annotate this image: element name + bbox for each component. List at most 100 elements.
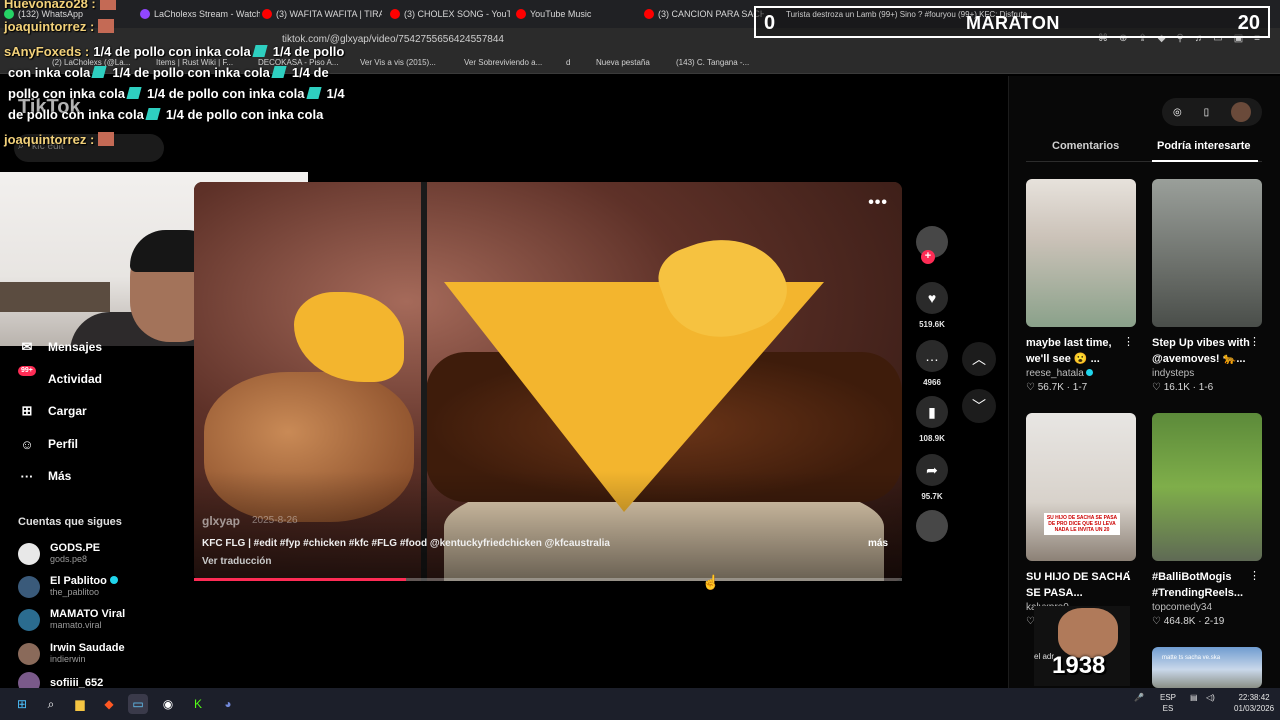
browser-tab[interactable]: (3) CHOLEX SONG - YouTu: [390, 4, 510, 24]
brave-browser-icon[interactable]: ◆: [99, 694, 119, 714]
chat-message: joaquintorrez :: [4, 129, 115, 150]
chat-message: joaquintorrez :: [4, 16, 115, 37]
follow-plus-icon[interactable]: +: [921, 250, 935, 264]
chat-text: 1/4 de pollo con inka cola: [93, 44, 251, 59]
browser-tab[interactable]: (3) WAFITA WAFITA | TIRA: [262, 4, 382, 24]
chat-message: de pollo con inka cola 1/4 de pollo con i…: [4, 104, 323, 125]
video-thumbnail[interactable]: [1026, 179, 1136, 327]
card-author[interactable]: reese_hatala: [1026, 368, 1136, 379]
video-player[interactable]: ••• glxyap 2025-8-26 KFC FLG | #edit #fy…: [194, 182, 902, 581]
save-button[interactable]: ▮ 108.9K: [912, 396, 952, 443]
discord-icon[interactable]: ◕: [218, 694, 238, 714]
bookmark-item[interactable]: Nueva pestaña: [596, 58, 650, 67]
bookmark-icon[interactable]: ▮: [916, 396, 948, 428]
taskbar-search-icon[interactable]: ⌕: [41, 694, 61, 714]
heart-icon[interactable]: ♥: [916, 282, 948, 314]
bookmark-item[interactable]: (143) C. Tangana -...: [676, 58, 749, 67]
like-button[interactable]: ♥ 519.6K: [912, 282, 952, 329]
marathon-scoreboard: 0 Turista destroza un Lamb (99+) Sino ? …: [754, 6, 1270, 38]
terminal-icon[interactable]: ▭: [128, 694, 148, 714]
browser-tab[interactable]: LaCholexs Stream - Watch: [140, 4, 260, 24]
video-thumbnail[interactable]: SU HIJO DE SACHA SE PASA DE PRO DICE QUE…: [1026, 413, 1136, 561]
nav-item-mensajes[interactable]: ✉ Mensajes: [18, 338, 102, 356]
music-disc-button[interactable]: [912, 510, 952, 542]
previous-video-button[interactable]: ︿: [962, 342, 996, 376]
notification-badge: 99+: [18, 366, 36, 376]
nav-item-más[interactable]: ··· Más: [18, 467, 72, 485]
comment-button[interactable]: … 4966: [912, 340, 952, 387]
followed-account[interactable]: Irwin Saudade indierwin: [18, 642, 125, 665]
avatar: [18, 542, 40, 565]
card-options-icon[interactable]: ⋮: [1123, 335, 1134, 348]
windows-start-icon[interactable]: ⊞: [12, 694, 32, 714]
card-options-icon[interactable]: ⋮: [1249, 569, 1260, 582]
video-thumbnail[interactable]: matte ts sacha ve.ska: [1152, 647, 1262, 688]
suggested-video-card[interactable]: #BalliBotMogis #TrendingReels... ⋮ topco…: [1152, 413, 1262, 627]
language-indicator[interactable]: ESP ES: [1160, 692, 1176, 714]
chat-message: pollo con inka cola 1/4 de pollo con inka…: [4, 83, 345, 104]
video-thumbnail[interactable]: [1152, 413, 1262, 561]
more-caption-link[interactable]: más: [868, 538, 888, 549]
card-title: maybe last time, we'll see 😮 ...: [1026, 337, 1112, 365]
card-author[interactable]: indysteps: [1152, 368, 1262, 379]
chat-username: joaquintorrez :: [4, 132, 95, 147]
followed-account[interactable]: GODS.PE gods.pe8: [18, 542, 100, 565]
chat-emote-icon: [305, 87, 322, 99]
nav-label: Cargar: [48, 404, 87, 418]
bookmark-item[interactable]: Ver Sobreviviendo a...: [464, 58, 542, 67]
tab-suggested[interactable]: Podría interesarte: [1157, 140, 1251, 152]
video-progress-bar[interactable]: [194, 578, 902, 581]
tab-favicon-icon: [140, 9, 150, 19]
followed-account[interactable]: MAMATO Viral mamato.viral: [18, 608, 125, 631]
card-author[interactable]: topcomedy34: [1152, 602, 1262, 613]
followed-account[interactable]: El Pablitoo the_pablitoo: [18, 575, 118, 598]
clock[interactable]: 22:38:42 01/03/2026: [1234, 692, 1274, 714]
video-author[interactable]: glxyap: [202, 514, 240, 528]
network-icon[interactable]: ▤: [1190, 692, 1198, 703]
suggested-video-card[interactable]: maybe last time, we'll see 😮 ... ⋮ reese…: [1026, 179, 1136, 393]
nav-item-cargar[interactable]: ⊞ Cargar: [18, 402, 87, 420]
share-button[interactable]: ➦ 95.7K: [912, 454, 952, 501]
bookmark-item[interactable]: Ver Vis a vis (2015)...: [360, 58, 436, 67]
suggested-video-card[interactable]: SU HIJO DE SACHA SE PASA DE PRO DICE QUE…: [1026, 413, 1136, 627]
translate-link[interactable]: Ver traducción: [202, 556, 271, 567]
bookmark-item[interactable]: d: [566, 58, 570, 67]
tab-favicon-icon: [390, 9, 400, 19]
suggested-video-card[interactable]: matte ts sacha ve.ska: [1152, 647, 1262, 688]
chat-text: 1/4: [326, 86, 345, 101]
nav-label: Perfil: [48, 437, 79, 451]
tab-comments[interactable]: Comentarios: [1052, 140, 1119, 152]
card-options-icon[interactable]: ⋮: [1249, 335, 1260, 348]
creator-avatar-button[interactable]: +: [912, 226, 952, 264]
obs-icon[interactable]: ◉: [158, 694, 178, 714]
user-avatar[interactable]: [1231, 102, 1252, 122]
share-count: 95.7K: [921, 492, 943, 501]
video-thumbnail[interactable]: [1152, 179, 1262, 327]
browser-tab[interactable]: YouTube Music: [516, 4, 636, 24]
active-tab-indicator: [1152, 160, 1258, 162]
nav-item-actividad[interactable]: 99+ Actividad: [18, 366, 102, 388]
music-disc-icon[interactable]: [916, 510, 948, 542]
comment-icon[interactable]: …: [916, 340, 948, 372]
nav-item-perfil[interactable]: ☺ Perfil: [18, 435, 78, 453]
card-options-icon[interactable]: ⋮: [1123, 569, 1134, 582]
volume-icon[interactable]: ◁): [1206, 692, 1215, 703]
video-options-icon[interactable]: •••: [868, 194, 888, 212]
file-explorer-icon[interactable]: ▆: [70, 694, 90, 714]
chat-badge-icon: [98, 19, 115, 33]
activity-icon: 99+: [18, 366, 36, 388]
next-video-button[interactable]: ﹀: [962, 389, 996, 423]
chat-text: 1/4 de pollo con inka cola: [147, 86, 305, 101]
device-icon[interactable]: ▯: [1204, 107, 1210, 118]
verified-icon: [1085, 369, 1093, 376]
microphone-icon[interactable]: 🎤: [1134, 692, 1144, 703]
chevron-down-icon: ﹀: [972, 398, 986, 414]
coin-icon[interactable]: ◎: [1173, 107, 1182, 118]
suggested-video-card[interactable]: Step Up vibes with @avemoves! 🐆... ⋮ ind…: [1152, 179, 1262, 393]
browser-tab[interactable]: (3) CANCION PARA SACH: [644, 4, 764, 24]
share-arrow-icon[interactable]: ➦: [916, 454, 948, 486]
kick-icon[interactable]: K: [188, 694, 208, 714]
right-score: 20: [1237, 12, 1260, 34]
avatar: [18, 608, 40, 631]
tab-label: (3) CHOLEX SONG - YouTu: [404, 9, 510, 19]
